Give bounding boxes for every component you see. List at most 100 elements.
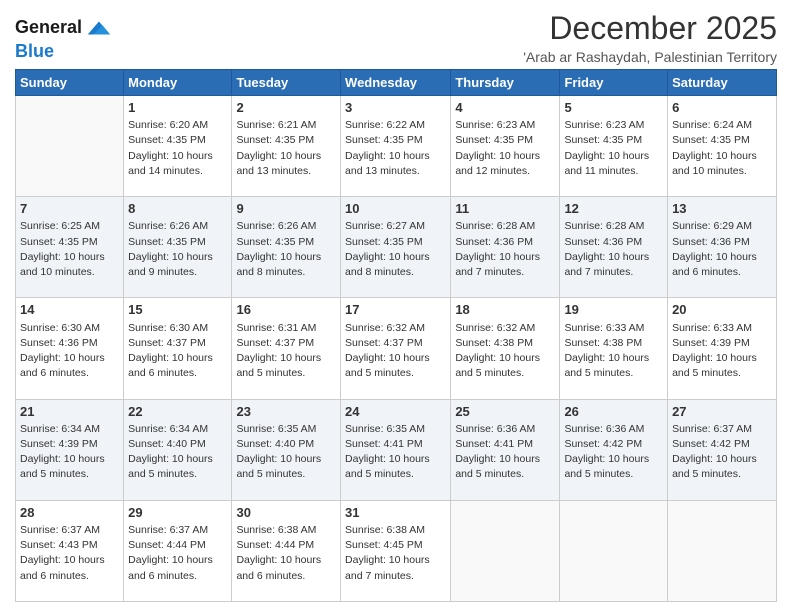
day-number: 6 — [672, 99, 772, 117]
day-number: 20 — [672, 301, 772, 319]
logo-text-blue: Blue — [15, 42, 54, 62]
day-cell: 14Sunrise: 6:30 AM Sunset: 4:36 PM Dayli… — [16, 298, 124, 399]
day-cell: 10Sunrise: 6:27 AM Sunset: 4:35 PM Dayli… — [341, 197, 451, 298]
day-cell: 6Sunrise: 6:24 AM Sunset: 4:35 PM Daylig… — [668, 96, 777, 197]
day-number: 10 — [345, 200, 446, 218]
day-cell: 19 Sunrise: 6:33 AM Sunset: 4:38 PM Dayli… — [560, 298, 668, 399]
day-info: Sunrise: 6:33 AM Sunset: 4:39 PM Dayligh… — [672, 321, 772, 382]
day-cell: 17Sunrise: 6:32 AM Sunset: 4:37 PM Dayli… — [341, 298, 451, 399]
day-cell: 26Sunrise: 6:36 AM Sunset: 4:42 PM Dayli… — [560, 399, 668, 500]
day-info: Sunrise: 6:31 AM Sunset: 4:37 PM Dayligh… — [236, 321, 336, 382]
week-row: 7Sunrise: 6:25 AM Sunset: 4:35 PM Daylig… — [16, 197, 777, 298]
day-info: Sunrise: 6:33 AM Sunset: 4:38 PM Dayligh… — [564, 321, 663, 382]
day-number: 24 — [345, 403, 446, 421]
day-cell: 4Sunrise: 6:23 AM Sunset: 4:35 PM Daylig… — [451, 96, 560, 197]
day-number: 11 — [455, 200, 555, 218]
day-cell: 5Sunrise: 6:23 AM Sunset: 4:35 PM Daylig… — [560, 96, 668, 197]
day-info: Sunrise: 6:30 AM Sunset: 4:37 PM Dayligh… — [128, 321, 227, 382]
day-number: 31 — [345, 504, 446, 522]
day-header: Sunday — [16, 70, 124, 96]
day-number: 5 — [564, 99, 663, 117]
day-cell: 8Sunrise: 6:26 AM Sunset: 4:35 PM Daylig… — [124, 197, 232, 298]
day-number: 3 — [345, 99, 446, 117]
day-number: 16 — [236, 301, 336, 319]
day-header: Saturday — [668, 70, 777, 96]
day-cell: 23Sunrise: 6:35 AM Sunset: 4:40 PM Dayli… — [232, 399, 341, 500]
day-cell: 13Sunrise: 6:29 AM Sunset: 4:36 PM Dayli… — [668, 197, 777, 298]
day-header: Tuesday — [232, 70, 341, 96]
day-info: Sunrise: 6:37 AM Sunset: 4:44 PM Dayligh… — [128, 523, 227, 584]
day-info: Sunrise: 6:35 AM Sunset: 4:40 PM Dayligh… — [236, 422, 336, 483]
day-number: 4 — [455, 99, 555, 117]
day-cell: 3Sunrise: 6:22 AM Sunset: 4:35 PM Daylig… — [341, 96, 451, 197]
day-cell: 16 Sunrise: 6:31 AM Sunset: 4:37 PM Dayli… — [232, 298, 341, 399]
day-number: 14 — [20, 301, 119, 319]
main-title: December 2025 — [523, 10, 777, 47]
day-info: Sunrise: 6:22 AM Sunset: 4:35 PM Dayligh… — [345, 118, 446, 179]
day-info: Sunrise: 6:24 AM Sunset: 4:35 PM Dayligh… — [672, 118, 772, 179]
title-block: December 2025 'Arab ar Rashaydah, Palest… — [523, 10, 777, 65]
day-info: Sunrise: 6:37 AM Sunset: 4:42 PM Dayligh… — [672, 422, 772, 483]
day-cell: 28Sunrise: 6:37 AM Sunset: 4:43 PM Dayli… — [16, 500, 124, 601]
day-info: Sunrise: 6:23 AM Sunset: 4:35 PM Dayligh… — [564, 118, 663, 179]
day-number: 18 — [455, 301, 555, 319]
day-cell: 9Sunrise: 6:26 AM Sunset: 4:35 PM Daylig… — [232, 197, 341, 298]
day-cell: 7Sunrise: 6:25 AM Sunset: 4:35 PM Daylig… — [16, 197, 124, 298]
day-number: 21 — [20, 403, 119, 421]
day-cell — [16, 96, 124, 197]
day-number: 28 — [20, 504, 119, 522]
day-cell: 24Sunrise: 6:35 AM Sunset: 4:41 PM Dayli… — [341, 399, 451, 500]
day-number: 23 — [236, 403, 336, 421]
day-info: Sunrise: 6:38 AM Sunset: 4:45 PM Dayligh… — [345, 523, 446, 584]
day-number: 9 — [236, 200, 336, 218]
day-header: Monday — [124, 70, 232, 96]
day-number: 8 — [128, 200, 227, 218]
day-number: 19 — [564, 301, 663, 319]
day-number: 30 — [236, 504, 336, 522]
day-number: 26 — [564, 403, 663, 421]
day-number: 1 — [128, 99, 227, 117]
day-cell: 20 Sunrise: 6:33 AM Sunset: 4:39 PM Dayli… — [668, 298, 777, 399]
day-cell: 1Sunrise: 6:20 AM Sunset: 4:35 PM Daylig… — [124, 96, 232, 197]
day-cell: 22Sunrise: 6:34 AM Sunset: 4:40 PM Dayli… — [124, 399, 232, 500]
day-cell: 2Sunrise: 6:21 AM Sunset: 4:35 PM Daylig… — [232, 96, 341, 197]
day-info: Sunrise: 6:20 AM Sunset: 4:35 PM Dayligh… — [128, 118, 227, 179]
day-cell: 30Sunrise: 6:38 AM Sunset: 4:44 PM Dayli… — [232, 500, 341, 601]
day-header: Wednesday — [341, 70, 451, 96]
day-number: 13 — [672, 200, 772, 218]
logo: General Blue — [15, 14, 112, 62]
day-info: Sunrise: 6:32 AM Sunset: 4:38 PM Dayligh… — [455, 321, 555, 382]
day-number: 12 — [564, 200, 663, 218]
week-row: 28Sunrise: 6:37 AM Sunset: 4:43 PM Dayli… — [16, 500, 777, 601]
week-row: 14Sunrise: 6:30 AM Sunset: 4:36 PM Dayli… — [16, 298, 777, 399]
day-number: 2 — [236, 99, 336, 117]
day-info: Sunrise: 6:29 AM Sunset: 4:36 PM Dayligh… — [672, 219, 772, 280]
day-info: Sunrise: 6:38 AM Sunset: 4:44 PM Dayligh… — [236, 523, 336, 584]
day-cell — [560, 500, 668, 601]
day-number: 27 — [672, 403, 772, 421]
header: General Blue December 2025 'Arab ar Rash… — [15, 10, 777, 65]
day-info: Sunrise: 6:28 AM Sunset: 4:36 PM Dayligh… — [564, 219, 663, 280]
day-info: Sunrise: 6:25 AM Sunset: 4:35 PM Dayligh… — [20, 219, 119, 280]
day-number: 15 — [128, 301, 227, 319]
day-info: Sunrise: 6:35 AM Sunset: 4:41 PM Dayligh… — [345, 422, 446, 483]
day-cell — [668, 500, 777, 601]
header-row: SundayMondayTuesdayWednesdayThursdayFrid… — [16, 70, 777, 96]
day-info: Sunrise: 6:34 AM Sunset: 4:40 PM Dayligh… — [128, 422, 227, 483]
day-info: Sunrise: 6:32 AM Sunset: 4:37 PM Dayligh… — [345, 321, 446, 382]
day-header: Friday — [560, 70, 668, 96]
logo-icon — [84, 14, 112, 42]
day-info: Sunrise: 6:27 AM Sunset: 4:35 PM Dayligh… — [345, 219, 446, 280]
day-number: 25 — [455, 403, 555, 421]
day-header: Thursday — [451, 70, 560, 96]
day-cell: 29Sunrise: 6:37 AM Sunset: 4:44 PM Dayli… — [124, 500, 232, 601]
calendar: SundayMondayTuesdayWednesdayThursdayFrid… — [15, 69, 777, 602]
sub-title: 'Arab ar Rashaydah, Palestinian Territor… — [523, 49, 777, 65]
day-cell: 18 Sunrise: 6:32 AM Sunset: 4:38 PM Dayli… — [451, 298, 560, 399]
day-info: Sunrise: 6:23 AM Sunset: 4:35 PM Dayligh… — [455, 118, 555, 179]
logo-text-general: General — [15, 18, 82, 38]
day-info: Sunrise: 6:36 AM Sunset: 4:42 PM Dayligh… — [564, 422, 663, 483]
day-cell: 27Sunrise: 6:37 AM Sunset: 4:42 PM Dayli… — [668, 399, 777, 500]
day-cell: 12Sunrise: 6:28 AM Sunset: 4:36 PM Dayli… — [560, 197, 668, 298]
day-cell: 31Sunrise: 6:38 AM Sunset: 4:45 PM Dayli… — [341, 500, 451, 601]
